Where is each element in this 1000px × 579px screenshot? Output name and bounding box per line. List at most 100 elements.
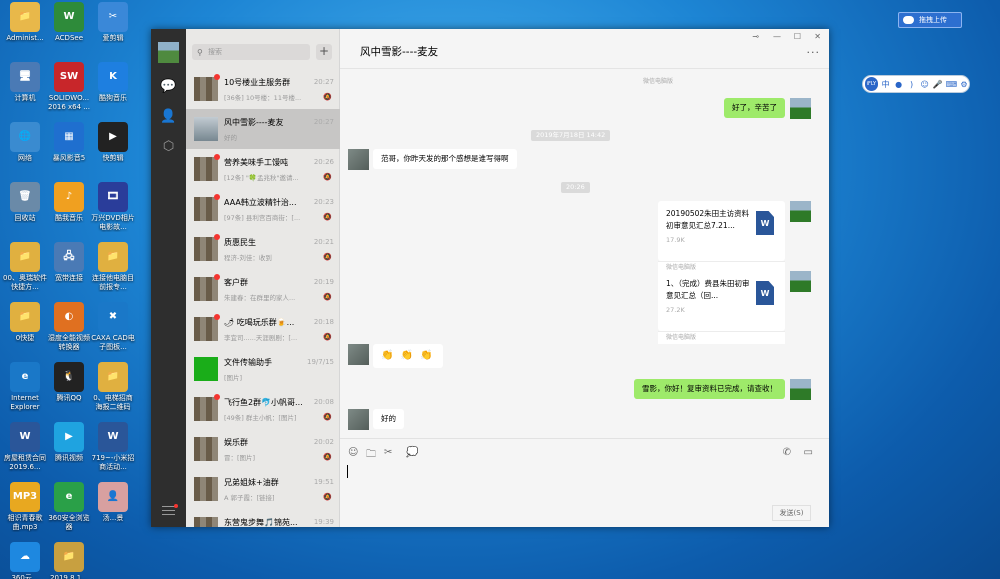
more-options-button[interactable]: ··· [807, 46, 821, 59]
message-bubble[interactable]: 雪影，你好！复审资料已完成，请查收！ [634, 379, 785, 399]
minimize-button[interactable]: — [773, 32, 781, 41]
desktop-icon-glyph: W [54, 2, 84, 32]
desktop-icon[interactable]: 📁 2019.8.1... [46, 538, 92, 579]
desktop-icon[interactable]: e Internet Explorer [2, 358, 48, 415]
contacts-tab-icon[interactable]: 👤 [160, 109, 177, 124]
chat-item[interactable]: 客户群 20:19 朱建春：在群里的家人... 🔕 [186, 269, 340, 309]
screenshot-icon[interactable]: ✂ [384, 447, 392, 458]
message-bubble[interactable]: 好的 [373, 409, 404, 429]
file-size: 17.9K [666, 236, 685, 244]
baidu-upload-widget[interactable]: 拖拽上传 [898, 12, 962, 28]
desktop-icon[interactable]: 📁 连接他电脑目前报专... [90, 238, 136, 295]
timestamp: 20:26 [561, 182, 590, 193]
ime-mode-cn[interactable]: 中 [881, 79, 891, 90]
chat-tab-icon[interactable]: 💬 [160, 79, 177, 94]
ime-moon-icon[interactable]: ) [907, 80, 917, 89]
desktop-icon[interactable]: 👤 汤...景 [90, 478, 136, 535]
my-avatar[interactable] [790, 201, 811, 222]
ime-toolbar[interactable]: iFLY 中 ● ) ☺ 🎤 ⌨ ⚙ [862, 75, 970, 93]
desktop-icon[interactable]: ◐ 湿度全能视频转换器 [46, 298, 92, 355]
friend-avatar[interactable] [348, 409, 369, 430]
ime-emoji-icon[interactable]: ☺ [920, 80, 930, 89]
desktop-icon[interactable]: ▦ 暴风影音5 [46, 118, 92, 175]
desktop-icon[interactable]: ☁ 360云... [2, 538, 48, 579]
chat-item[interactable]: 文件传输助手 19/7/15 [图片] [186, 349, 340, 389]
desktop-icon[interactable]: ♪ 酷我音乐 [46, 178, 92, 235]
desktop-icon[interactable]: W ACDSee [46, 0, 92, 55]
my-avatar[interactable] [790, 379, 811, 400]
chat-avatar [194, 77, 218, 101]
desktop-icon[interactable]: SW SOLIDWO... 2016 x64 ... [46, 58, 92, 115]
send-button[interactable]: 发送(S) [772, 505, 811, 521]
ime-keyboard-icon[interactable]: ⌨ [946, 80, 958, 89]
message-bubble[interactable]: 👏 👏 👏 [373, 344, 443, 368]
desktop-icons: 📁 Administ... W ACDSee ✂ 爱剪辑 🖥 计算机 SW SOLIDWO... … [0, 0, 150, 579]
unread-dot [214, 74, 220, 80]
chat-avatar [194, 357, 218, 381]
user-avatar[interactable] [158, 42, 179, 63]
friend-avatar[interactable] [348, 149, 369, 170]
chat-item[interactable]: 风中雪影----麦友 20:27 好的 [186, 109, 340, 149]
folder-icon[interactable]: 🗀 [366, 447, 376, 464]
desktop-icon[interactable]: K 酷狗音乐 [90, 58, 136, 115]
message-bubble[interactable]: 好了，辛苦了 [724, 98, 785, 118]
desktop-icon[interactable]: W 719~-小米招商活动... [90, 418, 136, 475]
chat-item[interactable]: 10号楼业主服务群 20:27 [36条] 10号楼：11号楼... 🔕 [186, 69, 340, 109]
desktop-icon[interactable]: 🌐 网络 [2, 118, 48, 175]
desktop-icon[interactable]: ✂ 爱剪辑 [90, 0, 136, 55]
maximize-button[interactable]: ☐ [794, 32, 801, 41]
chat-history-icon[interactable]: 💭 [406, 447, 418, 458]
desktop-icon-glyph: 🐧 [54, 362, 84, 392]
desktop-icon[interactable]: 🖧 宽带连接 [46, 238, 92, 295]
desktop-icon[interactable]: e 360安全浏览器 [46, 478, 92, 535]
emoji-icon[interactable]: ☺ [348, 447, 358, 458]
desktop-icon[interactable]: 🐧 腾讯QQ [46, 358, 92, 415]
chat-item[interactable]: 东营鬼步舞🎵锦苑...19:39孔...1[图片]：[...🔕 [186, 509, 340, 527]
chat-avatar [194, 117, 218, 141]
chat-item[interactable]: 质惠民生 20:21 程济-刘佳：收到 🔕 [186, 229, 340, 269]
voice-call-icon[interactable]: ✆ [783, 447, 791, 458]
file-card[interactable]: 1、（完成）费县朱田初审意见汇总（回... 27.2K W 微信电脑版 [658, 271, 785, 344]
message-editor[interactable]: ☺ 🗀 ✂ 💭 ✆ ▭ 发送(S) [340, 438, 829, 527]
favorites-tab-icon[interactable]: ⬡ [160, 139, 177, 154]
desktop-icon[interactable]: 📁 Administ... [2, 0, 48, 55]
ime-settings-icon[interactable]: ⚙ [959, 80, 969, 89]
close-button[interactable]: ✕ [814, 32, 821, 41]
desktop-icon-label: 回收站 [14, 214, 36, 222]
my-avatar[interactable] [790, 98, 811, 119]
desktop-icon[interactable]: W 房屋租赁合同2019.6... [2, 418, 48, 475]
chat-item[interactable]: 兄弟姐妹+油群 19:51 A 郭子霞：[链接] 🔕 [186, 469, 340, 509]
desktop-icon-label: 360云... [11, 574, 39, 579]
chat-item[interactable]: 娱乐群 20:02 冒：[图片] 🔕 [186, 429, 340, 469]
desktop-icon[interactable]: 📁 0快捷 [2, 298, 48, 355]
chat-item[interactable]: 营养美味手工馒吨 20:26 [12条] "🍀孟兆秋"邀请... 🔕 [186, 149, 340, 189]
chat-item[interactable]: 飞行鱼2群🐬小帆哥... 20:08 [49条] 群主小帆：[图片] 🔕 [186, 389, 340, 429]
wechat-window: 💬 👤 ⬡ ⚲ 搜索 + 10号楼业主服务群 20:27 [36条] 10号楼：11… [151, 29, 829, 527]
ime-punct-icon[interactable]: ● [894, 80, 904, 89]
file-card[interactable]: 20190502朱田主访资料初审意见汇总7.21... 17.9K W 微信电脑… [658, 201, 785, 274]
desktop-icon[interactable]: ▶ 快剪辑 [90, 118, 136, 175]
message-bubble[interactable]: 范哥，你昨天发的那个感想是谁写得啊 [373, 149, 517, 169]
friend-avatar[interactable] [348, 344, 369, 365]
desktop-icon[interactable]: 🗑 回收站 [2, 178, 48, 235]
search-input[interactable]: ⚲ 搜索 [192, 44, 310, 60]
chat-item[interactable]: AAA韩立波精针治... 20:23 [97条] 县利宫百商街：[... 🔕 [186, 189, 340, 229]
desktop-icon-glyph: ✂ [98, 2, 128, 32]
my-avatar[interactable] [790, 271, 811, 292]
chat-item[interactable]: 🌶 吃喝玩乐群🍺... 20:18 李宜司......天涯剧剧：[... 🔕 [186, 309, 340, 349]
desktop-icon[interactable]: MP3 相识青春歌曲.mp3 [2, 478, 48, 535]
pin-icon[interactable]: ⊸ [752, 32, 759, 41]
menu-icon[interactable] [162, 506, 175, 515]
mute-icon: 🔕 [323, 213, 332, 221]
video-call-icon[interactable]: ▭ [804, 447, 813, 458]
desktop-icon[interactable]: ▶ 腾讯视频 [46, 418, 92, 475]
chat-time: 20:27 [313, 78, 334, 86]
ime-mic-icon[interactable]: 🎤 [933, 80, 943, 89]
desktop-icon[interactable]: 🖥 计算机 [2, 58, 48, 115]
desktop-icon[interactable]: 📁 00、奥瑞软件快捷方... [2, 238, 48, 295]
add-button[interactable]: + [316, 44, 332, 60]
desktop-icon[interactable]: ✖ CAXA CAD电子图板... [90, 298, 136, 355]
desktop-icon[interactable]: 🎞 万兴DVD相片电影故... [90, 178, 136, 235]
word-file-icon: W [756, 281, 774, 305]
desktop-icon[interactable]: 📁 0、电梯招商海报二维码 [90, 358, 136, 415]
